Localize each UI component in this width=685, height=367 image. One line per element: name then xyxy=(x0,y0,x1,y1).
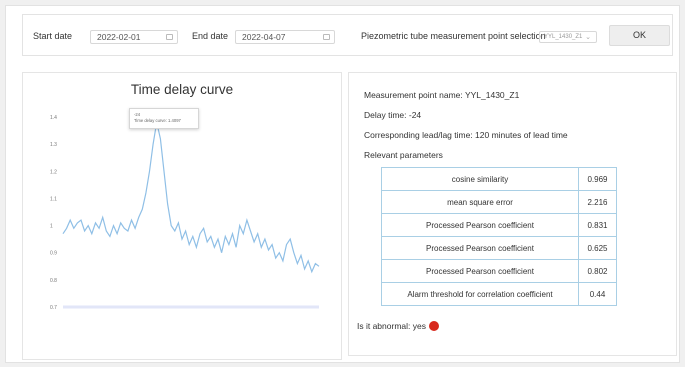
table-row: Processed Pearson coefficient 0.831 xyxy=(381,213,617,237)
chevron-down-icon: ⌄ xyxy=(585,34,591,41)
params-table: cosine similarity 0.969 mean square error 2… xyxy=(381,167,617,306)
table-row: Processed Pearson coefficient 0.802 xyxy=(381,259,617,283)
delay-time-text: Delay time: -24 xyxy=(364,110,422,120)
start-date-value: 2022-02-01 xyxy=(97,32,141,42)
param-name: Processed Pearson coefficient xyxy=(381,213,579,237)
app-frame: Start date 2022-02-01 End date 2022-04-0… xyxy=(5,5,680,363)
abnormal-indicator xyxy=(428,321,439,331)
table-row: Processed Pearson coefficient 0.625 xyxy=(381,236,617,260)
y-tick-label: 1 xyxy=(50,224,53,230)
y-tick-label: 1.3 xyxy=(50,142,57,148)
point-select[interactable]: YYL_1430_Z1 ⌄ xyxy=(539,31,597,43)
y-tick-label: 1.2 xyxy=(50,169,57,175)
param-value: 0.44 xyxy=(578,282,617,306)
end-date-label: End date xyxy=(192,31,229,41)
param-name: cosine similarity xyxy=(381,167,579,191)
table-row: cosine similarity 0.969 xyxy=(381,167,617,191)
param-value: 2.216 xyxy=(578,190,617,214)
end-date-input[interactable]: 2022-04-07 xyxy=(235,30,335,44)
chart-panel: Time delay curve 1.4 1.3 1.2 1.1 1 0.9 0.8 0.7 … xyxy=(22,72,342,360)
param-name: mean square error xyxy=(381,190,579,214)
y-tick-label: 0.8 xyxy=(50,278,57,284)
calendar-icon xyxy=(166,34,173,40)
filter-toolbar: Start date 2022-02-01 End date 2022-04-0… xyxy=(22,14,673,56)
param-value: 0.802 xyxy=(578,259,617,283)
series-line xyxy=(62,122,320,274)
end-date-value: 2022-04-07 xyxy=(242,32,286,42)
info-panel: Measurement point name: YYL_1430_Z1 Dela… xyxy=(348,72,677,356)
param-value: 0.625 xyxy=(578,236,617,260)
params-heading: Relevant parameters xyxy=(364,150,443,160)
tooltip-value: Time delay curve: 1.4097 xyxy=(134,118,181,123)
chart-tooltip: -24 Time delay curve: 1.4097 xyxy=(129,108,199,129)
point-name-text: Measurement point name: YYL_1430_Z1 xyxy=(364,90,520,100)
y-tick-label: 1.4 xyxy=(50,115,57,121)
point-select-value: YYL_1430_Z1 xyxy=(544,34,583,40)
point-select-label: Piezometric tube measurement point selec… xyxy=(361,31,546,41)
y-tick-label: 0.9 xyxy=(50,251,57,257)
param-name: Alarm threshold for correlation coeffici… xyxy=(381,282,579,306)
param-value: 0.831 xyxy=(578,213,617,237)
start-date-label: Start date xyxy=(33,31,73,41)
param-name: Processed Pearson coefficient xyxy=(381,236,579,260)
table-row: mean square error 2.216 xyxy=(381,190,617,214)
start-date-input[interactable]: 2022-02-01 xyxy=(90,30,178,44)
abnormal-text: Is it abnormal: yes xyxy=(357,321,426,331)
abnormal-status: Is it abnormal: yes xyxy=(357,321,439,331)
ok-button[interactable]: OK xyxy=(609,25,670,46)
table-row: Alarm threshold for correlation coeffici… xyxy=(381,282,617,306)
calendar-icon xyxy=(323,34,330,40)
lead-time-text: Corresponding lead/lag time: 120 minutes… xyxy=(364,130,568,140)
param-name: Processed Pearson coefficient xyxy=(381,259,579,283)
param-value: 0.969 xyxy=(578,167,617,191)
y-tick-label: 0.7 xyxy=(50,305,57,311)
y-tick-label: 1.1 xyxy=(50,196,57,202)
